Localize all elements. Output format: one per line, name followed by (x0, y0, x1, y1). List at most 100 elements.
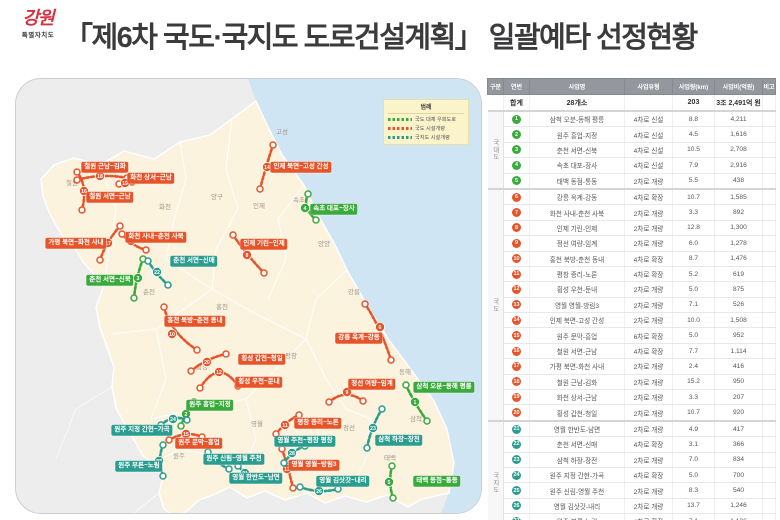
region-label: 평창 (285, 351, 297, 360)
table-row: 국대도 1 삼척 오분-동해 평릉 4차로 신설 8.8 4,211 (487, 110, 776, 190)
row-number-chip: 10 (512, 254, 521, 264)
table-row: 10 홍천 북방-춘천 동내 4차로 확장 8.7 1,476 (488, 251, 776, 267)
road-endpoint (116, 222, 124, 230)
road-number: 18 (97, 174, 103, 180)
road-endpoint (304, 190, 312, 198)
column-header: 비고 (762, 78, 776, 95)
project-badge-9: 정선 여량~임계 (348, 378, 396, 390)
row-number-chip: 18 (512, 377, 521, 387)
table-row: 17 가평 북면-화천 사내 2차로 개량 2.4 416 (488, 358, 776, 375)
project-length-cell: 3.1 (672, 436, 715, 453)
legend-item: 국도 시설개량 (388, 125, 464, 132)
table-row: 26 영월 김삿갓-내리 2차로 개량 13.7 1,246 (488, 498, 776, 515)
project-note-cell (762, 482, 776, 499)
project-type-cell: 2차로 개량 (624, 235, 673, 252)
project-type-cell: 2차로 개량 (624, 281, 673, 298)
project-type-cell: 2차로 개량 (624, 358, 673, 375)
row-number-chip: 11 (512, 269, 521, 279)
project-name-cell: 원주 흥업-지정 (529, 126, 625, 143)
project-note-cell (762, 343, 776, 360)
project-name-cell: 홍천 북방-춘천 동내 (529, 251, 625, 267)
project-name-cell: 원주 부론-노림 (529, 513, 625, 520)
project-length-cell: 5.5 (672, 173, 715, 190)
road-endpoint (388, 462, 396, 470)
project-cost-cell: 1,114 (714, 343, 763, 360)
row-number-cell: 17 (503, 358, 530, 375)
row-number-cell: 27 (503, 513, 530, 520)
project-note-cell (762, 126, 776, 143)
table-row: 12 횡성 우천-둔내 2차로 개량 5.0 875 (488, 281, 776, 298)
total-cost: 3조 2,491억 원 (714, 94, 763, 112)
project-name-cell: 강릉 옥계-강동 (529, 187, 625, 206)
project-type-cell: 4차로 확장 (624, 343, 673, 360)
project-badge-6: 강릉 옥계~강동 (335, 332, 383, 344)
road-endpoint (389, 494, 397, 502)
row-number-chip: 8 (512, 223, 521, 233)
region-label: 화천 (159, 202, 171, 211)
project-length-cell: 7.7 (672, 343, 715, 360)
table-row: 국도 6 강릉 옥계-강동 4차로 확장 10.7 1,585 (487, 187, 776, 422)
road-endpoint (278, 445, 286, 453)
project-badge-18: 철원 근남~김화 (81, 161, 129, 173)
project-type-cell: 4차로 확장 (624, 266, 673, 283)
project-name-cell: 가평 북면-화천 사내 (529, 358, 625, 375)
road-number: 23 (370, 426, 376, 432)
project-cost-cell: 1,300 (714, 220, 763, 237)
project-note-cell (762, 374, 776, 391)
project-type-cell: 2차로 개량 (624, 389, 673, 406)
road-number: 10 (169, 332, 175, 338)
row-number-chip: 13 (512, 300, 521, 310)
total-name: 28개소 (529, 94, 625, 112)
road-endpoint (229, 231, 237, 239)
project-name-cell: 삼척 하장-장전 (529, 452, 625, 468)
project-badge-20: 횡성 갑천~청일 (238, 353, 286, 365)
project-name-cell: 영월 김삿갓-내리 (529, 498, 625, 515)
column-header: 사업유형 (624, 78, 673, 95)
row-number-chip: 2 (512, 130, 521, 140)
project-cost-cell: 416 (714, 358, 763, 375)
project-name-cell: 춘천 서면-신매 (529, 436, 625, 453)
row-number-cell: 1 (503, 110, 530, 128)
project-cost-cell: 366 (714, 436, 763, 453)
project-badge-22: 춘천 서면~신매 (170, 255, 218, 267)
project-cost-cell: 892 (714, 204, 763, 221)
table-row: 27원주 부론-노림4차로 확장7.11,126 (488, 513, 776, 520)
region-label: 속초 (293, 196, 305, 204)
row-number-cell: 9 (503, 235, 530, 252)
project-length-cell: 10.7 (672, 187, 715, 206)
gangwon-logo: 강원 특별자치도 (14, 9, 62, 40)
row-number-cell: 16 (503, 343, 530, 360)
project-name-cell: 횡성 갑천-청일 (529, 404, 625, 422)
project-note-cell (762, 204, 776, 221)
project-length-cell: 7.1 (672, 297, 715, 314)
table-row: 22 춘천 서면-신매 4차로 확장 3.1 366 (488, 436, 776, 453)
road-endpoint (280, 459, 288, 467)
road-endpoint (142, 246, 150, 254)
row-number-chip: 21 (512, 424, 521, 434)
project-length-cell: 4.9 (672, 419, 715, 438)
project-name-cell: 속초 대포-장사 (529, 157, 625, 174)
road-endpoint (130, 294, 138, 302)
road-endpoint (269, 141, 277, 149)
row-number-cell: 10 (503, 251, 530, 267)
project-type-cell: 4차로 확장 (624, 251, 673, 267)
project-cost-cell: 540 (714, 482, 763, 499)
group-cell-empty (487, 94, 504, 112)
road-endpoint (196, 384, 204, 392)
table-row: 13 영월 영월-방림3 2차로 개량 7.1 526 (488, 297, 776, 314)
table-row: 11 평창 증리-노론 4차로 확장 5.2 619 (488, 266, 776, 283)
project-cost-cell: 438 (714, 173, 763, 190)
legend-line-sample (388, 118, 412, 121)
project-length-cell: 15.2 (672, 374, 715, 391)
row-number-chip: 7 (512, 208, 521, 218)
table-row: 25 원주 신림-영월 주천 2차로 개량 8.3 540 (488, 482, 776, 499)
project-type-cell: 2차로 개량 (624, 498, 673, 515)
region-label: 삼척 (410, 414, 422, 423)
project-cost-cell: 920 (714, 404, 763, 422)
column-header: 사업량(km) (672, 78, 715, 95)
project-cost-cell: 4,211 (714, 110, 763, 128)
road-number: 12 (216, 370, 222, 376)
table-row: 3 춘천 서면-신북 4차로 신설 10.5 2,708 (488, 142, 776, 159)
project-name-cell: 철원 서면-근남 (529, 343, 625, 360)
row-number-cell: 15 (503, 327, 530, 344)
